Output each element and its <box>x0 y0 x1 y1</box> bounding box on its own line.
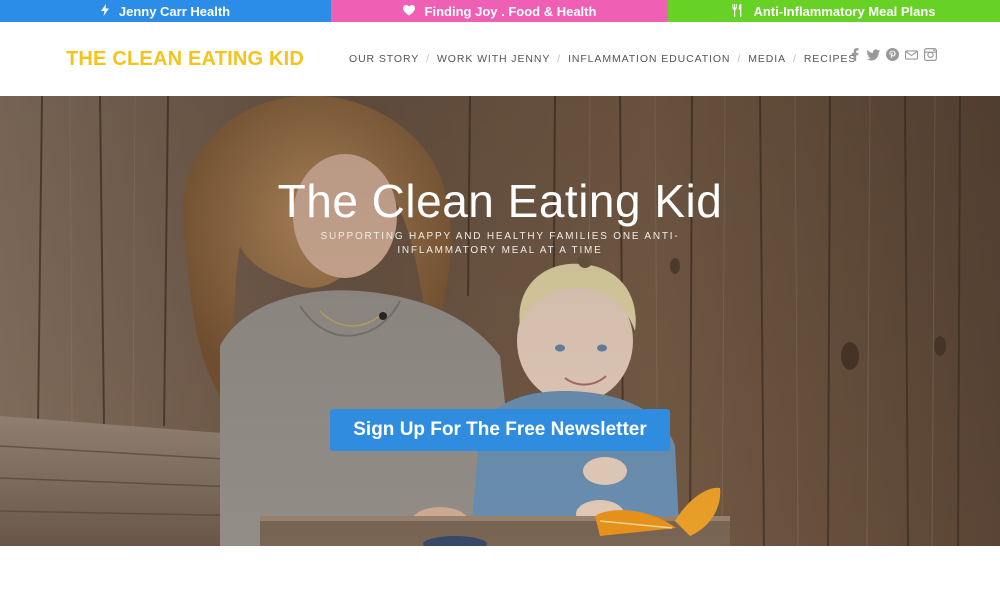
finding-joy-label: Finding Joy . Food & Health <box>424 3 597 19</box>
meal-plans-link[interactable]: Anti-Inflammatory Meal Plans <box>668 0 1000 22</box>
finding-joy-link[interactable]: Finding Joy . Food & Health <box>331 0 668 22</box>
nav-separator: / <box>426 53 430 65</box>
hero-title: The Clean Eating Kid <box>277 175 723 227</box>
fork-knife-icon <box>732 3 748 19</box>
hero-section: The Clean Eating Kid SUPPORTING HAPPY AN… <box>0 96 1000 546</box>
newsletter-signup-button[interactable]: Sign Up For The Free Newsletter <box>330 409 670 451</box>
top-link-bar: Jenny Carr Health Finding Joy . Food & H… <box>0 0 1000 22</box>
heart-icon <box>402 4 420 18</box>
nav-inflammation-education[interactable]: INFLAMMATION EDUCATION <box>568 53 730 65</box>
jenny-carr-health-link[interactable]: Jenny Carr Health <box>0 0 331 22</box>
main-nav: OUR STORY / WORK WITH JENNY / INFLAMMATI… <box>349 53 856 65</box>
mail-icon[interactable] <box>905 48 918 61</box>
nav-media[interactable]: MEDIA <box>748 53 786 65</box>
meal-plans-label: Anti-Inflammatory Meal Plans <box>753 3 936 19</box>
instagram-icon[interactable] <box>924 48 937 61</box>
nav-separator: / <box>737 53 742 65</box>
jenny-carr-health-label: Jenny Carr Health <box>118 3 231 19</box>
pinterest-icon[interactable] <box>886 48 899 61</box>
social-links <box>848 48 937 61</box>
hero-subtitle: SUPPORTING HAPPY AND HEALTHY FAMILIES ON… <box>320 231 680 256</box>
site-header: THE CLEAN EATING KID OUR STORY / WORK WI… <box>0 22 1000 96</box>
nav-separator: / <box>793 53 797 65</box>
nav-separator: / <box>557 53 562 65</box>
hero-background-photo <box>0 96 1000 546</box>
site-logo[interactable]: THE CLEAN EATING KID <box>66 48 304 71</box>
twitter-icon[interactable] <box>867 48 880 61</box>
lightning-icon <box>100 4 114 18</box>
nav-work-with-jenny[interactable]: WORK WITH JENNY <box>437 53 550 65</box>
facebook-icon[interactable] <box>848 48 861 61</box>
nav-our-story[interactable]: OUR STORY <box>349 53 419 65</box>
